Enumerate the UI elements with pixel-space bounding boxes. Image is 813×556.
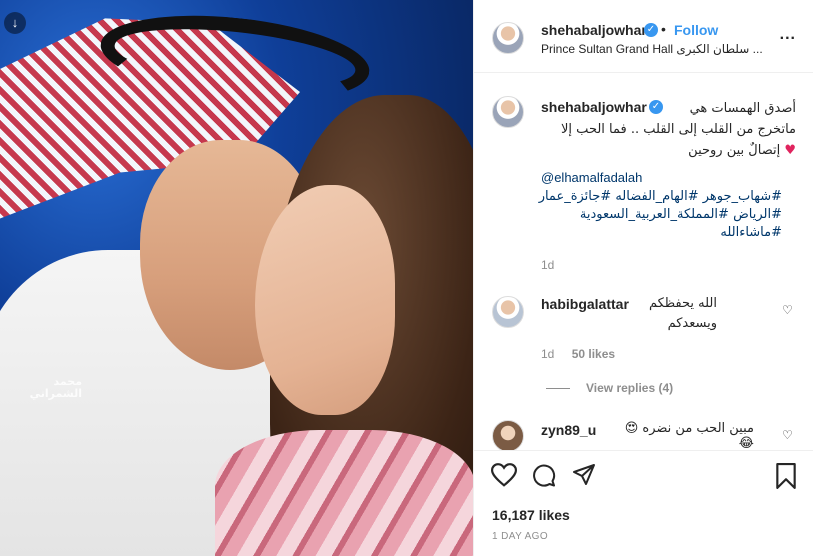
photo-scarf [215,430,473,556]
caption-line-1: أصدق الهمسات هي [689,101,796,116]
photo-watermark: محمد الشمراني [29,375,82,400]
post-header: shehabaljowhar ✓ • Follow Prince Sultan … [474,0,813,73]
view-replies-button[interactable]: View replies (4) [546,381,673,395]
caption-text: أصدق الهمسات هي ماتخرج من القلب إلى القل… [541,98,796,161]
like-heart-svg [490,463,518,487]
like-heart-icon[interactable] [490,463,518,491]
photo-woman-face [255,185,395,415]
posted-time[interactable]: 1 DAY AGO [492,531,548,542]
comment-like-heart-icon[interactable]: ♡ [782,303,793,317]
caption-line-3-text: إتصالٌ بين روحين [688,143,781,158]
comment-avatar[interactable] [492,420,524,452]
share-paper-plane-icon[interactable] [570,463,598,491]
header-separator: • [661,21,666,37]
hashtag-line-1[interactable]: #شهاب_جوهر #الهام_الفضاله #جائزة_عمار [524,188,782,206]
share-svg [573,464,595,485]
post-sidebar: shehabaljowhar ✓ • Follow Prince Sultan … [473,0,813,556]
location-link[interactable]: Prince Sultan Grand Hall سلطان الكبرى ..… [541,42,771,56]
more-options-icon[interactable]: ... [780,26,796,44]
comment-text-line-2: ويسعدكم [667,316,717,331]
avatar[interactable] [492,22,524,54]
caption-line-3: ♥ إتصالٌ بين روحين [541,140,796,161]
post-actions: 16,187 likes 1 DAY AGO [474,450,813,556]
comment-like-heart-icon[interactable]: ♡ [782,428,793,442]
likes-count[interactable]: 16,187 likes [492,507,570,523]
instagram-post-modal: محمد الشمراني ↓ shehabaljowhar ✓ • Follo… [0,0,813,556]
red-heart-icon: ♥ [784,143,796,158]
bookmark-icon[interactable] [772,463,800,491]
comment-likes[interactable]: 50 likes [572,347,615,361]
follow-button[interactable]: Follow [674,22,718,38]
comment-meta: 1d 50 likes [541,347,615,361]
verified-badge-icon: ✓ [644,23,658,37]
comment-text: الله يحفظكم ويسعدكم [541,294,717,334]
comment-text: مبين الحب من نضره 😍😂 [624,421,754,451]
caption-line-2: ماتخرج من القلب إلى القلب .. فما الحب إل… [561,122,796,137]
caption-age[interactable]: 1d [541,258,554,272]
caption-avatar[interactable] [492,96,524,128]
mention-link[interactable]: @elhamalfadalah [541,170,642,185]
comment-bubble-svg [533,464,556,487]
comment-age[interactable]: 1d [541,347,554,361]
hashtags: #شهاب_جوهر #الهام_الفضاله #جائزة_عمار #ا… [524,188,782,242]
view-replies-label: View replies (4) [586,381,674,395]
comment-avatar[interactable] [492,296,524,328]
comment-bubble-icon[interactable] [530,463,558,491]
hashtag-line-3[interactable]: #ماشاءالله [524,224,782,242]
replies-divider [546,388,570,389]
bookmark-svg [776,463,796,489]
comment-text-line-1: الله يحفظكم [648,296,717,311]
post-photo[interactable]: محمد الشمراني ↓ [0,0,473,556]
comment-username[interactable]: zyn89_u [541,422,596,438]
download-icon[interactable]: ↓ [4,12,26,34]
header-username[interactable]: shehabaljowhar [541,22,647,38]
hashtag-line-2[interactable]: #الرياض #المملكة_العربية_السعودية [524,206,782,224]
